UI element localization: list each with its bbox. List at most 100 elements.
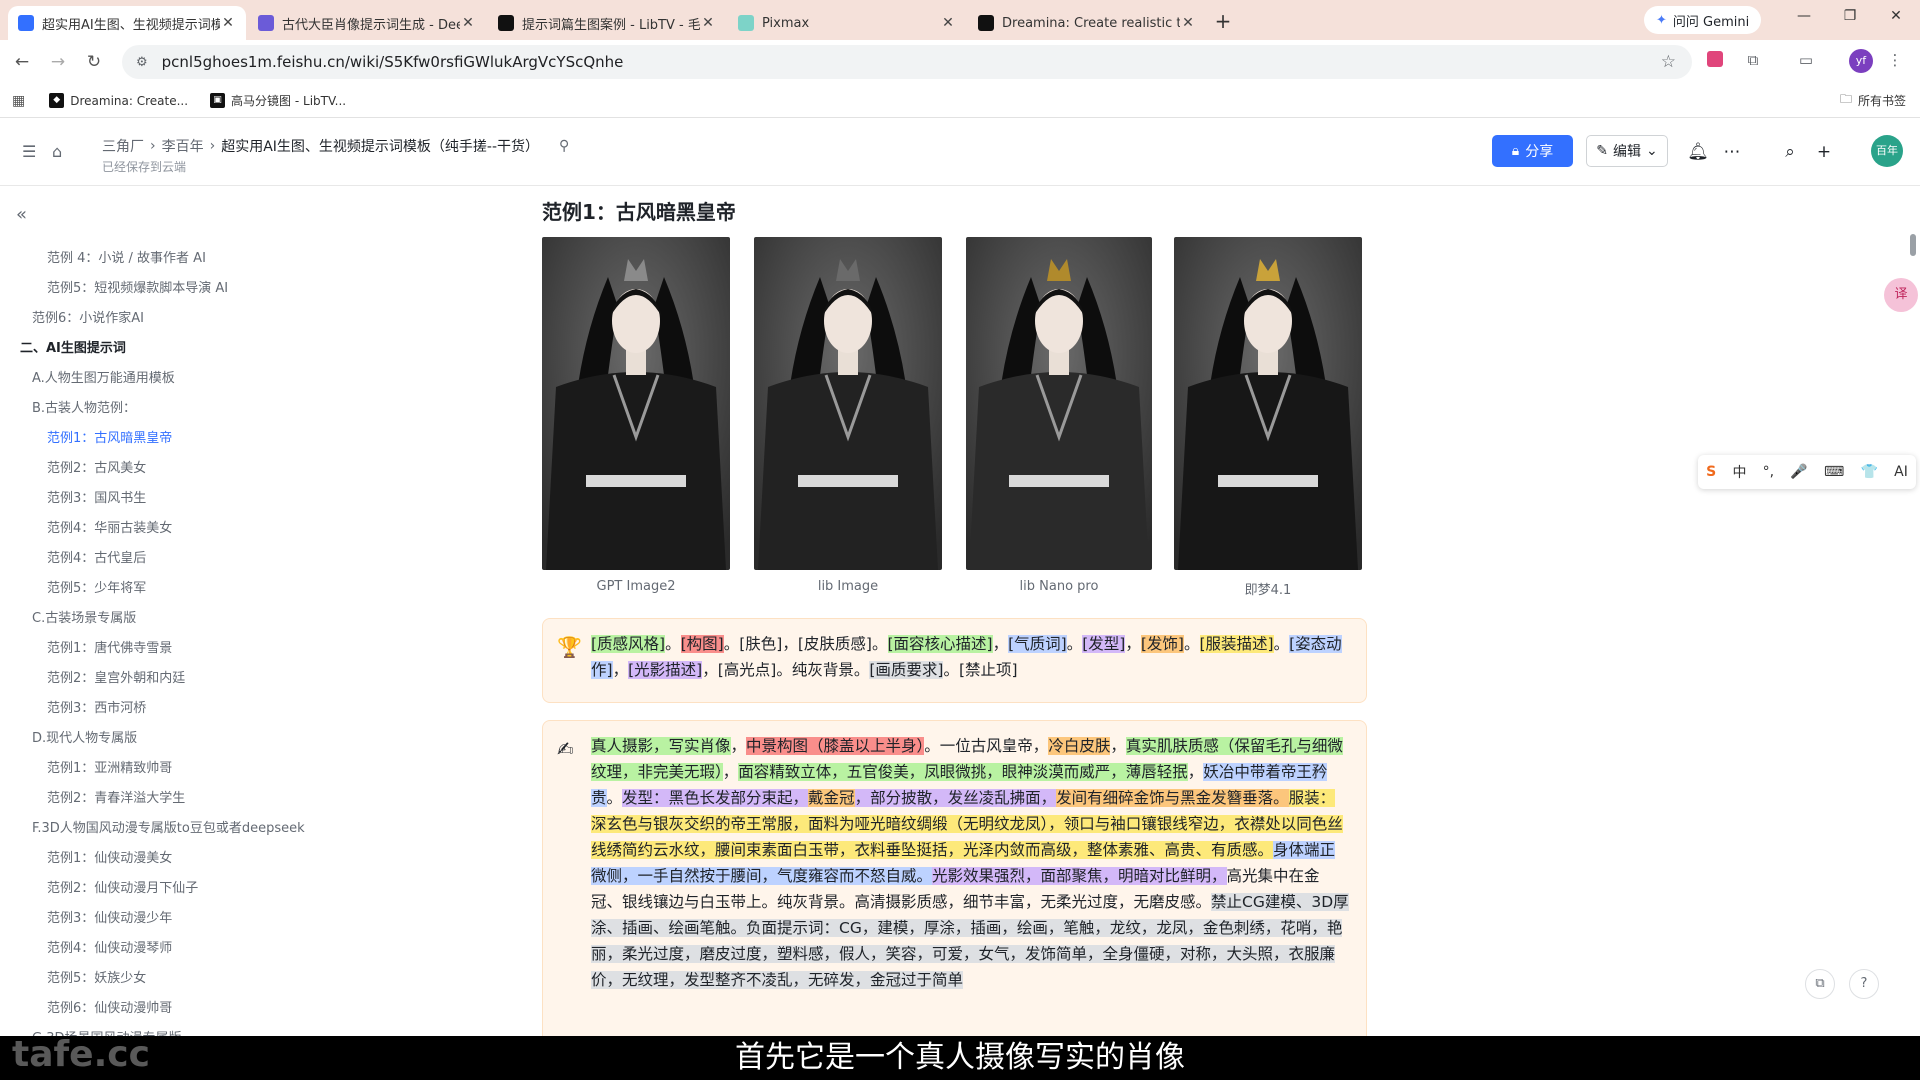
tab-close-icon[interactable]: ✕ [940, 15, 956, 31]
pin-icon[interactable]: ⚲ [559, 138, 569, 154]
sogou-logo-icon[interactable]: S [1706, 464, 1716, 480]
share-button[interactable]: 🔒︎ 分享 [1492, 135, 1573, 167]
profile-avatar[interactable]: yf [1849, 49, 1873, 73]
toc-item[interactable]: C.古装场景专属版 [0, 604, 400, 634]
tab-favicon-icon [738, 15, 754, 31]
apps-grid-icon[interactable]: ▦ [12, 93, 25, 109]
back-icon[interactable]: ← [8, 52, 36, 72]
tab-close-icon[interactable]: ✕ [700, 15, 716, 31]
edit-mode-button[interactable]: ✎ 编辑 ⌄ [1586, 135, 1668, 167]
toc-item[interactable]: 范例2：仙侠动漫月下仙子 [0, 874, 400, 904]
restore-icon[interactable]: ❐ [1830, 8, 1870, 24]
toc-item[interactable]: 范例4：仙侠动漫琴师 [0, 934, 400, 964]
breadcrumb-item[interactable]: 李百年 [162, 136, 204, 156]
toc-item[interactable]: 范例6：仙侠动漫帅哥 [0, 994, 400, 1024]
breadcrumb-current[interactable]: 超实用AI生图、生视频提示词模板（纯手搓--干货） [221, 136, 539, 156]
tab-close-icon[interactable]: ✕ [1180, 15, 1196, 31]
tab-close-icon[interactable]: ✕ [460, 15, 476, 31]
doc-body: 范例1：古风暗黑皇帝 GPT Image2 lib Image lib Nano p… [400, 186, 1920, 1036]
toc-item[interactable]: 范例 4：小说 / 故事作者 AI [0, 244, 400, 274]
toc-item[interactable]: D.现代人物专属版 [0, 724, 400, 754]
image-caption: lib Image [817, 579, 879, 594]
ask-gemini-button[interactable]: ✦ 问问 Gemini [1644, 6, 1762, 34]
template-callout: 🏆 [质感风格]。[构图]。[肤色]，[皮肤质感]。[面容核心描述]，[气质词]… [542, 618, 1367, 703]
tab-close-icon[interactable]: ✕ [220, 15, 236, 31]
toc-item[interactable]: 范例2：皇宫外朝和内廷 [0, 664, 400, 694]
browser-tab[interactable]: 超实用AI生图、生视频提示词模 ✕ [8, 6, 246, 40]
pencil-icon: ✎ [1596, 143, 1608, 159]
image-card[interactable]: lib Nano pro [966, 237, 1152, 594]
extensions-puzzle-icon[interactable]: ⧉ [1742, 51, 1764, 73]
browser-tab[interactable]: Dreamina: Create realistic tal ✕ [968, 6, 1206, 40]
bookmark-dreamina[interactable]: ◆ Dreamina: Create... [49, 93, 188, 108]
browser-tab[interactable]: 提示词篇生图案例 - LibTV - 毛 ✕ [488, 6, 726, 40]
text-segment: 冷白皮肤 [1048, 737, 1111, 755]
toc-item[interactable]: 范例5：少年将军 [0, 574, 400, 604]
help-icon[interactable]: ? [1849, 969, 1879, 999]
site-info-icon[interactable]: ⚙ [136, 55, 148, 70]
toc-item[interactable]: F.3D人物国风动漫专属版to豆包或者deepseek [0, 814, 400, 844]
toc-item[interactable]: A.人物生图万能通用模板 [0, 364, 400, 394]
tab-title: 超实用AI生图、生视频提示词模 [42, 17, 220, 33]
browser-menu-icon[interactable]: ⋮ [1884, 51, 1906, 73]
translate-icon[interactable]: 译 [1884, 278, 1918, 312]
breadcrumb-item[interactable]: 三角厂 [102, 136, 144, 156]
side-panel-icon[interactable]: ▭ [1795, 51, 1817, 73]
text-segment: [发型] [1082, 635, 1126, 653]
microphone-icon[interactable]: 🎤 [1790, 464, 1807, 480]
text-segment: [服装描述] [1199, 635, 1274, 653]
toc-item[interactable]: 范例3：仙侠动漫少年 [0, 904, 400, 934]
ai-icon[interactable]: AI [1894, 464, 1908, 480]
punctuation-icon[interactable]: °, [1763, 464, 1774, 480]
text-segment: 。[禁止项] [943, 661, 1018, 679]
gemini-label: 问问 Gemini [1672, 14, 1750, 30]
add-icon[interactable]: + [1812, 142, 1836, 162]
toggle-sidebar-icon[interactable]: ☰ [22, 142, 36, 161]
toc-item[interactable]: 二、AI生图提示词 [0, 334, 400, 364]
toc-item[interactable]: 范例6：小说作家AI [0, 304, 400, 334]
bookmark-star-icon[interactable]: ☆ [1661, 52, 1676, 72]
toc-item[interactable]: 范例2：古风美女 [0, 454, 400, 484]
text-segment: 中景构图（膝盖以上半身） [746, 737, 925, 755]
copy-icon[interactable]: ⧉ [1805, 969, 1835, 999]
skin-icon[interactable]: 👕 [1860, 464, 1877, 480]
browser-tab[interactable]: 古代大臣肖像提示词生成 - Dee ✕ [248, 6, 486, 40]
toc-item[interactable]: 范例4：华丽古装美女 [0, 514, 400, 544]
toc-item[interactable]: B.古装人物范例： [0, 394, 400, 424]
toc-item[interactable]: 范例1：唐代佛寺雪景 [0, 634, 400, 664]
bookmark-libtv[interactable]: ▣ 高马分镜图 - LibTV... [210, 92, 346, 109]
toc-item[interactable]: 范例3：国风书生 [0, 484, 400, 514]
keyboard-icon[interactable]: ⌨ [1824, 464, 1844, 480]
address-bar[interactable]: ⚙ pcnl5ghoes1m.feishu.cn/wiki/S5Kfw0rsfi… [122, 45, 1692, 79]
tab-favicon-icon [18, 15, 34, 31]
toc-item[interactable]: 范例1：仙侠动漫美女 [0, 844, 400, 874]
more-icon[interactable]: ⋯ [1720, 142, 1744, 162]
image-card[interactable]: 即梦4.1 [1174, 237, 1362, 598]
new-tab-button[interactable]: + [1208, 7, 1238, 37]
toc-item[interactable]: 范例4：古代皇后 [0, 544, 400, 574]
reload-icon[interactable]: ↻ [80, 52, 108, 72]
toc-item[interactable]: 范例3：西市河桥 [0, 694, 400, 724]
text-segment: 。 [1066, 635, 1083, 653]
browser-tab[interactable]: Pixmax ✕ [728, 6, 966, 40]
all-bookmarks[interactable]: 🗀 所有书签 [1840, 90, 1906, 111]
text-segment: 。纯灰背景。 [776, 661, 870, 679]
user-avatar[interactable]: 百年 [1871, 135, 1903, 167]
image-card[interactable]: GPT Image2 [542, 237, 730, 594]
toc-item[interactable]: 范例5：妖族少女 [0, 964, 400, 994]
toc-item[interactable]: 范例1：古风暗黑皇帝 [0, 424, 400, 454]
close-window-icon[interactable]: ✕ [1876, 8, 1916, 24]
toc-item[interactable]: 范例5：短视频爆款脚本导演 AI [0, 274, 400, 304]
search-icon[interactable]: ⌕ [1778, 142, 1802, 162]
home-icon[interactable]: ⌂ [52, 142, 62, 161]
page-scrollbar[interactable] [1910, 234, 1916, 256]
collapse-sidebar-icon[interactable]: « [16, 204, 27, 225]
bell-icon[interactable]: 🔔︎ [1686, 142, 1710, 162]
image-card[interactable]: lib Image [754, 237, 942, 594]
toc-item[interactable]: 范例2：青春洋溢大学生 [0, 784, 400, 814]
extension-icon[interactable] [1704, 51, 1726, 73]
chinese-mode-icon[interactable]: 中 [1732, 462, 1746, 482]
minimize-icon[interactable]: — [1784, 8, 1824, 24]
forward-icon[interactable]: → [44, 52, 72, 72]
toc-item[interactable]: 范例1：亚洲精致帅哥 [0, 754, 400, 784]
